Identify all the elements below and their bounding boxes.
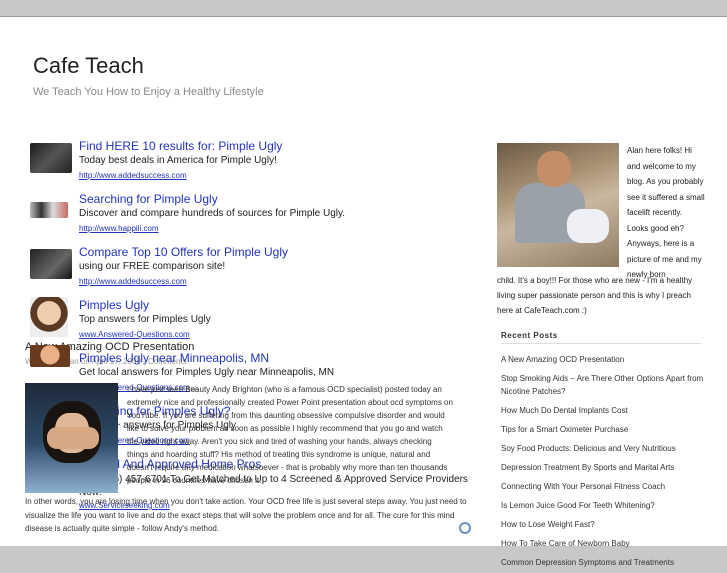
ad-thumbnail[interactable]: [30, 202, 68, 218]
ad-description: Today best deals in America for Pimple U…: [79, 155, 277, 166]
ad-description: using our FREE comparison site!: [79, 261, 226, 272]
ad-url-link[interactable]: http://www.happili.com: [79, 224, 159, 233]
ad-url-link[interactable]: www.Answered-Questions.com: [79, 330, 190, 339]
post-paragraph-line: like to solve your problem as soon as po…: [127, 424, 443, 433]
post-paragraph: In other words, you are losing time when…: [25, 497, 467, 533]
about-text: Alan here folks! Hi and welcome to my bl…: [627, 146, 705, 279]
recent-post-link[interactable]: Tips for a Smart Oximeter Purchase: [501, 421, 706, 438]
ad-title-link[interactable]: Pimples Ugly: [79, 298, 149, 312]
ad-description: Discover and compare hundreds of sources…: [79, 208, 346, 219]
recent-post-link[interactable]: A New Amazing OCD Presentation: [501, 351, 706, 368]
post-paragraph-line: I have just seen Beauty Andy Brighton (w…: [127, 385, 442, 394]
post-paragraph-line: YouTube. If you are suffering from this …: [127, 411, 445, 420]
ad-thumbnail[interactable]: [30, 249, 72, 279]
recent-post-link[interactable]: Is Lemon Juice Good For Teeth Whitening?: [501, 497, 706, 514]
recent-post-link[interactable]: How to Lose Weight Fast?: [501, 516, 706, 533]
search-icon[interactable]: [459, 522, 471, 534]
site-title[interactable]: Cafe Teach: [33, 53, 144, 79]
author-photo: [497, 143, 619, 267]
ad-description: Get local answers for Pimples Ugly near …: [79, 367, 335, 378]
ad-title-link[interactable]: Pimples Ugly near Minneapolis, MN: [79, 351, 269, 365]
ad-title-link[interactable]: Searching for Pimple Ugly: [79, 192, 218, 206]
site-tagline: We Teach You How to Enjoy a Healthy Life…: [33, 86, 264, 98]
post-paragraph-line: the video right away. Aren't you sick an…: [127, 437, 432, 446]
baby-shape: [567, 209, 609, 243]
ad-thumbnail[interactable]: [30, 297, 68, 337]
page-container: Cafe Teach We Teach You How to Enjoy a H…: [0, 16, 727, 567]
divider: [501, 343, 701, 344]
about-text-continued: child. It's a boy!!! For those who are n…: [497, 276, 693, 315]
post-paragraph-line: things and hoarding stuff? His method of…: [127, 450, 431, 459]
hands-shape: [47, 427, 99, 449]
ad-title-link[interactable]: Find HERE 10 results for: Pimple Ugly: [79, 139, 282, 153]
recent-posts-list: A New Amazing OCD Presentation Stop Smok…: [501, 351, 706, 573]
recent-post-link[interactable]: Soy Food Products: Delicious and Very Nu…: [501, 440, 706, 457]
recent-post-link[interactable]: Stop Smoking Aids – Are There Other Opti…: [501, 370, 706, 400]
ad-thumbnail[interactable]: [30, 345, 70, 367]
top-bar: [0, 0, 727, 16]
recent-posts-heading: Recent Posts: [501, 331, 558, 340]
ad-thumbnail[interactable]: [30, 143, 72, 173]
head-shape: [537, 151, 571, 187]
ad-url-link[interactable]: http://www.addedsuccess.com: [79, 277, 187, 286]
ad-description: Top answers for Pimples Ugly: [79, 314, 211, 325]
ad-url-link[interactable]: http://www.addedsuccess.com: [79, 171, 187, 180]
post-paragraph-line: people in 96 countries have chosen it.: [127, 476, 262, 485]
recent-post-link[interactable]: Common Depression Symptoms and Treatment…: [501, 554, 706, 571]
post-image: [25, 383, 118, 493]
recent-post-link[interactable]: Connecting With Your Personal Fitness Co…: [501, 478, 706, 495]
recent-post-link[interactable]: Depression Treatment By Sports and Marit…: [501, 459, 706, 476]
post-paragraph-line: extremely nice and professionally create…: [127, 398, 453, 407]
recent-post-link[interactable]: How Much Do Dental Implants Cost: [501, 402, 706, 419]
recent-post-link[interactable]: How To Take Care of Newborn Baby: [501, 535, 706, 552]
post-paragraph-line: doesn't require any medication whatsoeve…: [127, 463, 448, 472]
ad-title-link[interactable]: Compare Top 10 Offers for Pimple Ugly: [79, 245, 288, 259]
